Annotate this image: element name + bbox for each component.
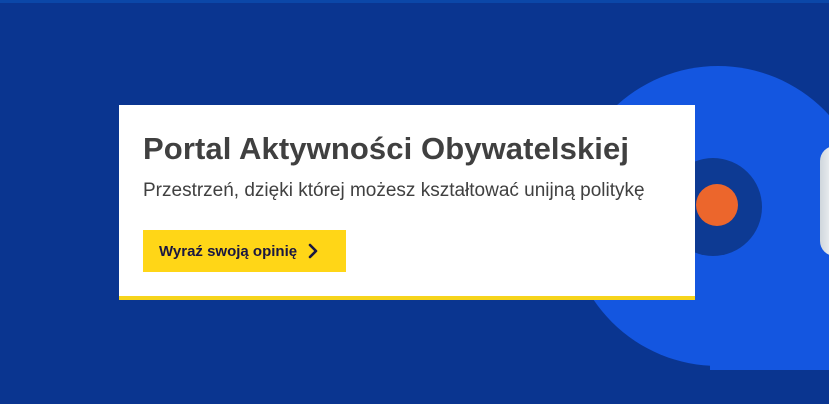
- page-title: Portal Aktywności Obywatelskiej: [143, 131, 630, 166]
- share-opinion-label: Wyraź swoją opinię: [159, 242, 298, 260]
- chevron-right-icon: [307, 243, 319, 259]
- hero-image-edge: [820, 146, 829, 256]
- decorative-circle-tail: [710, 300, 829, 370]
- decorative-dot: [696, 184, 738, 226]
- page-subtitle: Przestrzeń, dzięki której możesz kształt…: [143, 180, 645, 201]
- hero-card: Portal Aktywności Obywatelskiej Przestrz…: [119, 105, 695, 300]
- share-opinion-button[interactable]: Wyraź swoją opinię: [143, 230, 346, 272]
